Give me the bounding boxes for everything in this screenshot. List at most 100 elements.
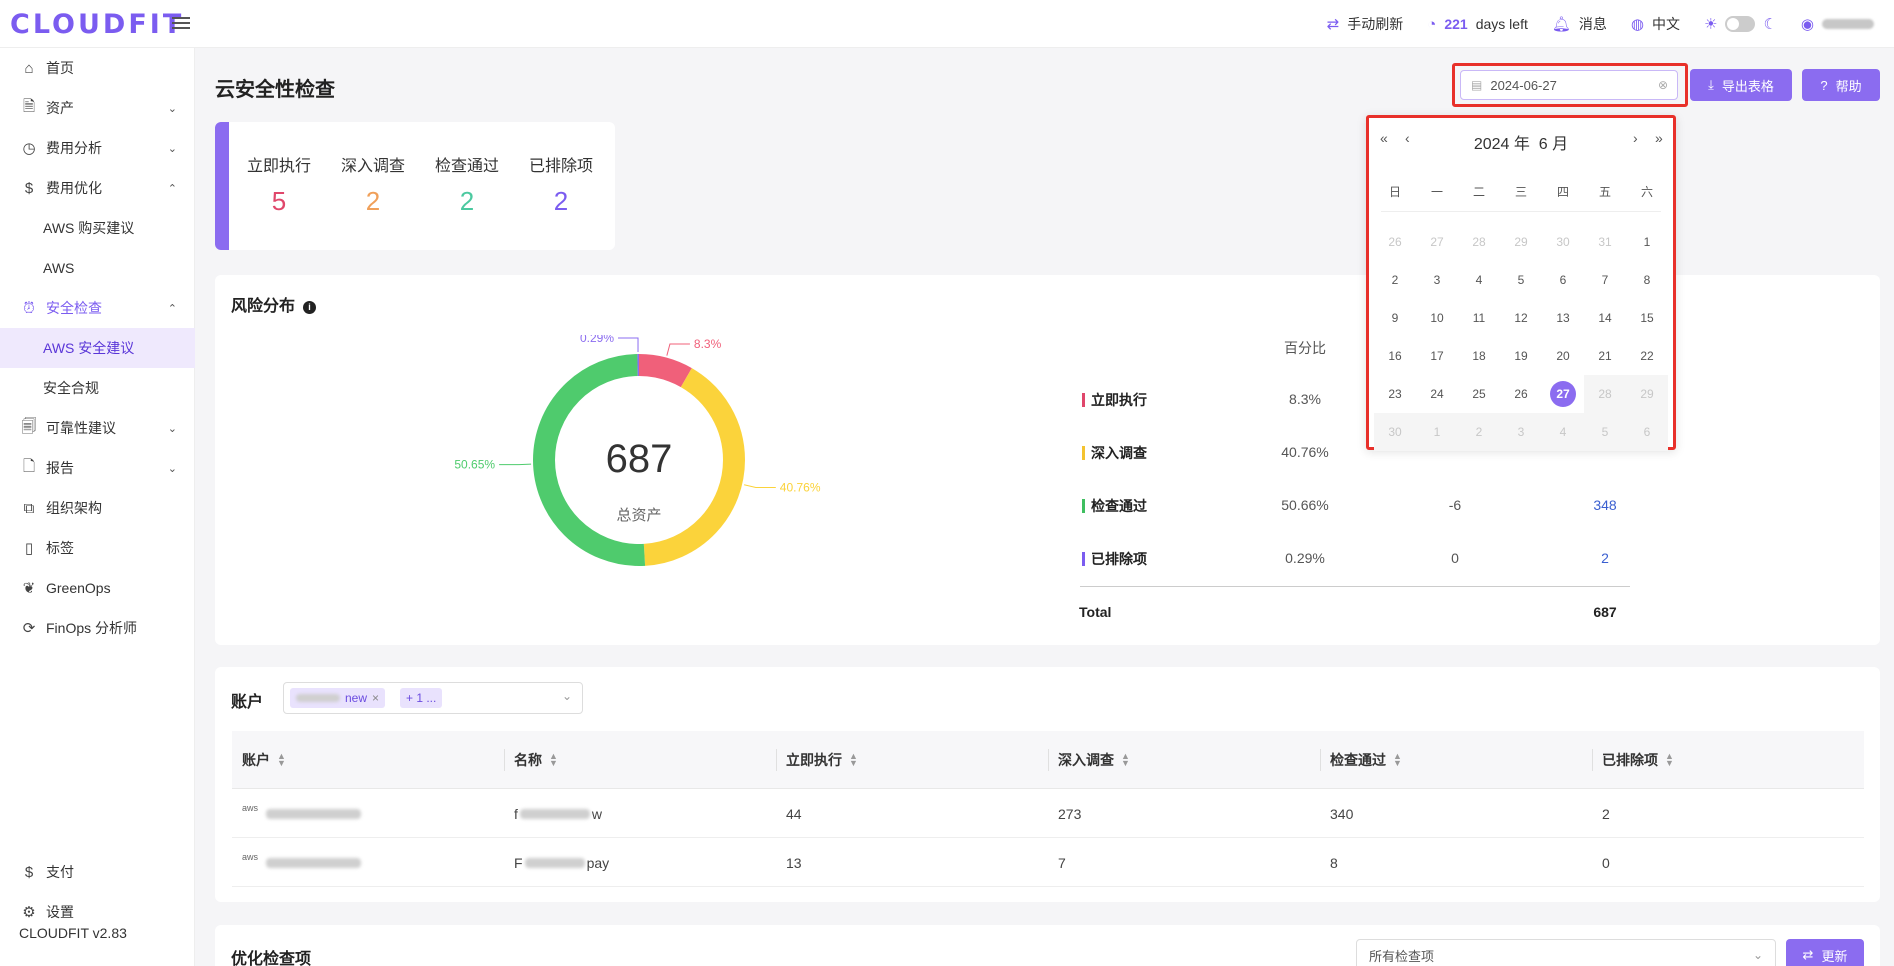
calendar-day[interactable]: 30 bbox=[1542, 223, 1584, 261]
account-tag[interactable]: new × bbox=[290, 688, 386, 708]
sidebar-item-assets[interactable]: 🗎︎ 资产 ⌄ bbox=[0, 88, 195, 128]
sidebar-item-security-check[interactable]: ⏰︎ 安全检查 ⌃ bbox=[0, 288, 195, 328]
column-header-name[interactable]: 名称 ▲ ▼ bbox=[514, 731, 558, 789]
sort-icon[interactable]: ▲ ▼ bbox=[849, 752, 858, 768]
calendar-day[interactable]: 29 bbox=[1500, 223, 1542, 261]
sidebar-item-report[interactable]: 🗋︎ 报告 ⌄ bbox=[0, 448, 195, 488]
clear-icon[interactable]: ⊗ bbox=[1658, 78, 1668, 92]
sort-icon[interactable]: ▲ ▼ bbox=[549, 752, 558, 768]
sidebar-item-aws-purchase[interactable]: AWS 购买建议 bbox=[0, 208, 195, 248]
risk-row-count[interactable]: 348 bbox=[1555, 497, 1655, 513]
sidebar-item-finops-analyst[interactable]: ⟳ FinOps 分析师 bbox=[0, 608, 195, 648]
calendar-day-number: 11 bbox=[1472, 311, 1486, 325]
calendar-day[interactable]: 17 bbox=[1416, 337, 1458, 375]
bell-icon: 🔔︎ bbox=[1551, 16, 1571, 33]
calendar-day[interactable]: 25 bbox=[1458, 375, 1500, 413]
sidebar-item-tags[interactable]: ▯ 标签 bbox=[0, 528, 195, 568]
calendar-day[interactable]: 10 bbox=[1416, 299, 1458, 337]
sidebar-item-payment[interactable]: $ 支付 bbox=[0, 852, 195, 892]
calendar-day-number: 21 bbox=[1598, 349, 1612, 363]
calendar-day[interactable]: 18 bbox=[1458, 337, 1500, 375]
calendar-day[interactable]: 14 bbox=[1584, 299, 1626, 337]
calendar-day[interactable]: 23 bbox=[1374, 375, 1416, 413]
account-id-cell: aws bbox=[242, 789, 362, 838]
calendar-day[interactable]: 24 bbox=[1416, 375, 1458, 413]
calendar-day[interactable]: 22 bbox=[1626, 337, 1668, 375]
app-logo[interactable]: CLOUDFIT bbox=[10, 9, 184, 40]
column-header-passed[interactable]: 检查通过 ▲ ▼ bbox=[1330, 731, 1402, 789]
theme-switch[interactable]: ☀ ☾ bbox=[1704, 15, 1777, 33]
calendar-day[interactable]: 21 bbox=[1584, 337, 1626, 375]
language-switch[interactable]: ◍ 中文 bbox=[1631, 14, 1680, 34]
date-picker-input[interactable]: ▤ 2024-06-27 ⊗ bbox=[1460, 70, 1678, 100]
calendar-day[interactable]: 28 bbox=[1458, 223, 1500, 261]
calendar-day[interactable]: 7 bbox=[1584, 261, 1626, 299]
calendar-day[interactable]: 8 bbox=[1626, 261, 1668, 299]
immediate-cell: 13 bbox=[786, 854, 802, 871]
calendar-day[interactable]: 16 bbox=[1374, 337, 1416, 375]
calendar-day[interactable]: 6 bbox=[1542, 261, 1584, 299]
messages-button[interactable]: 🔔︎ 消息 bbox=[1552, 14, 1607, 34]
account-tag-more[interactable]: + 1 ... bbox=[400, 688, 443, 708]
sidebar-item-cost-optimization[interactable]: $ 费用优化 ⌃ bbox=[0, 168, 195, 208]
sort-icon[interactable]: ▲ ▼ bbox=[1121, 752, 1130, 768]
calendar-day[interactable]: 9 bbox=[1374, 299, 1416, 337]
calendar-day[interactable]: 12 bbox=[1500, 299, 1542, 337]
analyst-icon: ⟳ bbox=[22, 620, 36, 637]
calendar-day[interactable]: 5 bbox=[1500, 261, 1542, 299]
calendar-day[interactable]: 20 bbox=[1542, 337, 1584, 375]
user-menu[interactable]: ◉ bbox=[1801, 15, 1874, 33]
calendar-day[interactable]: 26 bbox=[1500, 375, 1542, 413]
sidebar-item-label: AWS 安全建议 bbox=[43, 340, 135, 356]
info-icon[interactable]: i bbox=[303, 301, 317, 314]
sidebar-item-label: 费用分析 bbox=[46, 140, 102, 156]
sidebar-item-label: 安全检查 bbox=[46, 300, 102, 316]
theme-toggle[interactable] bbox=[1725, 16, 1756, 32]
help-button[interactable]: ? 帮助 bbox=[1802, 69, 1880, 101]
table-row[interactable]: aws F pay 13 7 8 0 bbox=[232, 838, 1864, 887]
table-row[interactable]: aws f w 44 273 340 2 bbox=[232, 789, 1864, 838]
column-header-investigate[interactable]: 深入调查 ▲ ▼ bbox=[1058, 731, 1130, 789]
sidebar-item-reliability[interactable]: 🗐︎ 可靠性建议 ⌄ bbox=[0, 408, 195, 448]
collapse-menu-icon[interactable] bbox=[172, 14, 190, 32]
sort-icon[interactable]: ▲ ▼ bbox=[1393, 752, 1402, 768]
column-header-immediate[interactable]: 立即执行 ▲ ▼ bbox=[786, 731, 858, 789]
sidebar-item-greenops[interactable]: ❦ GreenOps bbox=[0, 568, 195, 608]
next-year-icon[interactable]: » bbox=[1655, 130, 1663, 146]
calendar-day[interactable]: 31 bbox=[1584, 223, 1626, 261]
sort-icon[interactable]: ▲ ▼ bbox=[277, 752, 286, 768]
calendar-day[interactable]: 11 bbox=[1458, 299, 1500, 337]
calendar-day[interactable]: 3 bbox=[1416, 261, 1458, 299]
name-suffix: w bbox=[591, 805, 603, 822]
check-items-select[interactable]: 所有检查项 ⌄ bbox=[1356, 939, 1776, 966]
next-month-icon[interactable]: › bbox=[1633, 130, 1638, 146]
calendar-day[interactable]: 27 bbox=[1416, 223, 1458, 261]
calendar-day[interactable]: 27 bbox=[1542, 375, 1584, 413]
calendar-day[interactable]: 13 bbox=[1542, 299, 1584, 337]
calendar-day[interactable]: 15 bbox=[1626, 299, 1668, 337]
export-table-button[interactable]: ⤓ 导出表格 bbox=[1690, 69, 1792, 101]
leaf-icon: ❦ bbox=[22, 580, 36, 597]
sidebar-item-aws[interactable]: AWS bbox=[0, 248, 195, 288]
sidebar-item-organization[interactable]: ⧉ 组织架构 bbox=[0, 488, 195, 528]
column-header-excluded[interactable]: 已排除项 ▲ ▼ bbox=[1602, 731, 1674, 789]
manual-refresh-button[interactable]: ⇄ 手动刷新 bbox=[1327, 14, 1404, 34]
calendar-month[interactable]: 6 月 bbox=[1539, 136, 1568, 153]
calendar-day[interactable]: 19 bbox=[1500, 337, 1542, 375]
tag-close-icon[interactable]: × bbox=[372, 691, 379, 705]
sort-icon[interactable]: ▲ ▼ bbox=[1665, 752, 1674, 768]
calendar-year[interactable]: 2024 年 bbox=[1474, 136, 1530, 153]
risk-row-count[interactable]: 2 bbox=[1555, 550, 1655, 566]
calendar-day[interactable]: 2 bbox=[1374, 261, 1416, 299]
risk-row-pct: 8.3% bbox=[1289, 391, 1321, 407]
column-header-account[interactable]: 账户 ▲ ▼ bbox=[242, 731, 286, 789]
sidebar-item-security-compliance[interactable]: 安全合规 bbox=[0, 368, 195, 408]
calendar-day[interactable]: 26 bbox=[1374, 223, 1416, 261]
calendar-day[interactable]: 4 bbox=[1458, 261, 1500, 299]
account-select[interactable]: new × + 1 ... ⌄ bbox=[283, 682, 583, 714]
refresh-button[interactable]: ⇄ 更新 bbox=[1786, 939, 1864, 966]
sidebar-item-home[interactable]: ⌂ 首页 bbox=[0, 48, 195, 88]
sidebar-item-aws-security[interactable]: AWS 安全建议 bbox=[0, 328, 195, 368]
calendar-day[interactable]: 1 bbox=[1626, 223, 1668, 261]
sidebar-item-cost-analysis[interactable]: ◷ 费用分析 ⌄ bbox=[0, 128, 195, 168]
